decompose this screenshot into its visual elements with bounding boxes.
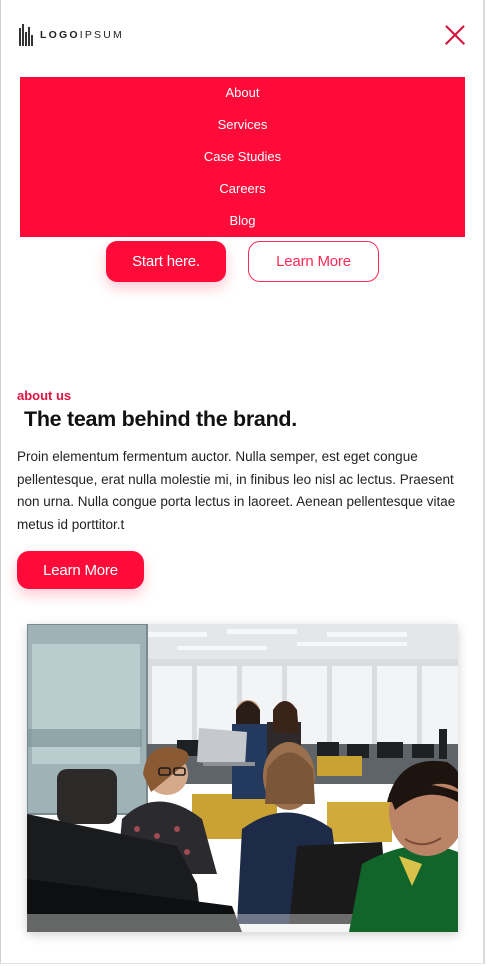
team-office-photo	[27, 624, 458, 932]
close-icon[interactable]	[444, 24, 466, 46]
hero-learn-more-button[interactable]: Learn More	[248, 241, 379, 282]
nav-item-blog[interactable]: Blog	[20, 213, 465, 229]
logo-mark-icon	[19, 24, 35, 46]
start-here-button[interactable]: Start here.	[106, 241, 226, 282]
section-title: The team behind the brand.	[24, 407, 297, 431]
about-learn-more-button[interactable]: Learn More	[17, 551, 144, 589]
nav-item-about[interactable]: About	[20, 85, 465, 101]
section-body: Proin elementum fermentum auctor. Nulla …	[17, 449, 456, 532]
logo[interactable]: LOGOIPSUM	[19, 24, 124, 46]
logo-text: LOGOIPSUM	[40, 29, 124, 41]
nav-item-careers[interactable]: Careers	[20, 181, 465, 197]
nav-item-services[interactable]: Services	[20, 117, 465, 133]
nav-item-case-studies[interactable]: Case Studies	[20, 149, 465, 165]
nav-menu: About Services Case Studies Careers Blog	[20, 77, 465, 237]
section-eyebrow: about us	[17, 388, 72, 403]
